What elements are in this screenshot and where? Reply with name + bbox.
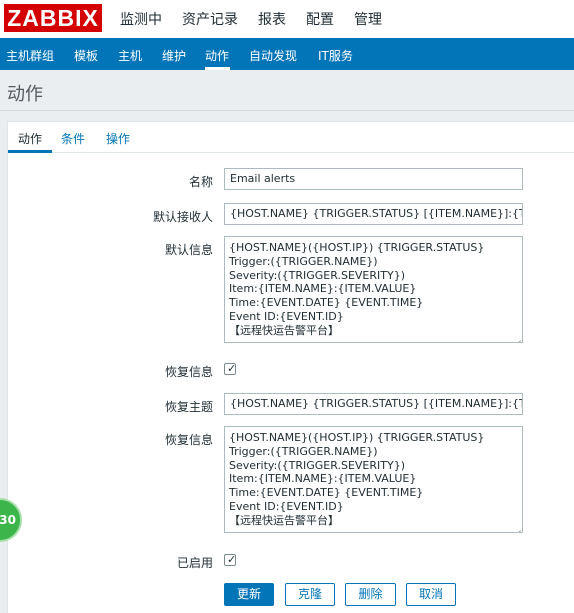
zabbix-logo[interactable]: ZABBIX — [4, 4, 102, 32]
default-message-line: {HOST.NAME}({HOST.IP}) {TRIGGER.STATUS} — [229, 241, 485, 254]
default-message-textarea[interactable]: {HOST.NAME}({HOST.IP}) {TRIGGER.STATUS} … — [224, 236, 523, 343]
default-message-label: 默认信息 — [164, 243, 213, 257]
resize-handle-icon[interactable] — [514, 524, 521, 531]
recovery-body-label: 恢复信息 — [164, 433, 213, 447]
sub-menu-host-groups[interactable]: 主机群组 — [6, 47, 54, 64]
recovery-body-line: {HOST.NAME}({HOST.IP}) {TRIGGER.STATUS} — [229, 431, 485, 444]
sub-menu-maintenance[interactable]: 维护 — [162, 47, 186, 64]
checkmark-icon: ✓ — [227, 553, 237, 566]
top-bar: ZABBIX 监测中 资产记录 报表 配置 管理 — [0, 0, 574, 38]
delete-button[interactable]: 删除 — [345, 583, 396, 606]
top-menu-configuration[interactable]: 配置 — [306, 9, 334, 29]
sub-menu: 主机群组 模板 主机 维护 动作 自动发现 IT服务 — [0, 38, 574, 70]
sub-menu-hosts[interactable]: 主机 — [118, 47, 142, 64]
enabled-checkbox[interactable]: ✓ — [224, 553, 237, 566]
default-message-line: Time:{EVENT.DATE} {EVENT.TIME} — [229, 296, 424, 310]
enabled-label: 已启用 — [176, 556, 213, 570]
default-message-line: Severity:({TRIGGER.SEVERITY}) — [229, 268, 405, 282]
form-tabs: 动作 条件 操作 — [8, 122, 574, 153]
checkmark-icon: ✓ — [227, 362, 237, 375]
top-menu-reports[interactable]: 报表 — [258, 9, 286, 29]
recovery-body-textarea[interactable]: {HOST.NAME}({HOST.IP}) {TRIGGER.STATUS} … — [224, 426, 523, 533]
recovery-body-line: Trigger:({TRIGGER.NAME}) — [229, 444, 378, 458]
action-form-panel: 动作 条件 操作 — [7, 121, 574, 613]
recovery-body-line: 【远程快运告警平台】 — [229, 513, 339, 527]
name-input[interactable]: Email alerts — [224, 168, 523, 190]
recovery-body-line: Severity:({TRIGGER.SEVERITY}) — [229, 458, 405, 472]
default-message-line: 【远程快运告警平台】 — [229, 323, 339, 337]
default-message-line: Trigger:({TRIGGER.NAME}) — [229, 254, 378, 268]
recovery-body-line: Item:{ITEM.NAME}:{ITEM.VALUE} — [229, 472, 417, 486]
top-menu-administration[interactable]: 管理 — [354, 9, 382, 29]
name-label: 名称 — [188, 175, 213, 189]
cancel-button[interactable]: 取消 — [406, 583, 456, 606]
recovery-message-checkbox[interactable]: ✓ — [224, 362, 237, 375]
default-recipient-input[interactable]: {HOST.NAME} {TRIGGER.STATUS} [{ITEM.NAME… — [224, 203, 523, 225]
sub-menu-it-services[interactable]: IT服务 — [318, 47, 353, 64]
clone-button[interactable]: 克隆 — [285, 583, 335, 606]
sub-menu-templates[interactable]: 模板 — [74, 47, 98, 64]
title-divider — [0, 110, 574, 111]
default-message-line: Event ID:{EVENT.ID} — [229, 309, 344, 323]
page-title: 动作 — [7, 84, 43, 105]
top-menu-monitoring[interactable]: 监测中 — [120, 9, 162, 29]
update-button[interactable]: 更新 — [224, 583, 274, 606]
recovery-subject-input[interactable]: {HOST.NAME} {TRIGGER.STATUS} [{ITEM.NAME… — [224, 393, 523, 415]
sub-menu-discovery[interactable]: 自动发现 — [249, 47, 297, 64]
default-message-line: Item:{ITEM.NAME}:{ITEM.VALUE} — [229, 282, 417, 296]
active-tab-indicator — [8, 150, 52, 153]
active-submenu-indicator — [205, 67, 230, 70]
tab-action[interactable]: 动作 — [18, 130, 42, 147]
recovery-subject-label: 恢复主题 — [164, 400, 213, 414]
sub-menu-actions[interactable]: 动作 — [205, 47, 229, 64]
recovery-body-line: Time:{EVENT.DATE} {EVENT.TIME} — [229, 486, 424, 500]
top-menu-inventory[interactable]: 资产记录 — [182, 9, 238, 29]
resize-handle-icon[interactable] — [514, 334, 521, 341]
recovery-body-line: Event ID:{EVENT.ID} — [229, 499, 344, 513]
recovery-message-label: 恢复信息 — [164, 365, 213, 379]
tab-conditions[interactable]: 条件 — [61, 130, 85, 147]
default-recipient-label: 默认接收人 — [152, 210, 213, 224]
tab-operations[interactable]: 操作 — [106, 130, 130, 147]
